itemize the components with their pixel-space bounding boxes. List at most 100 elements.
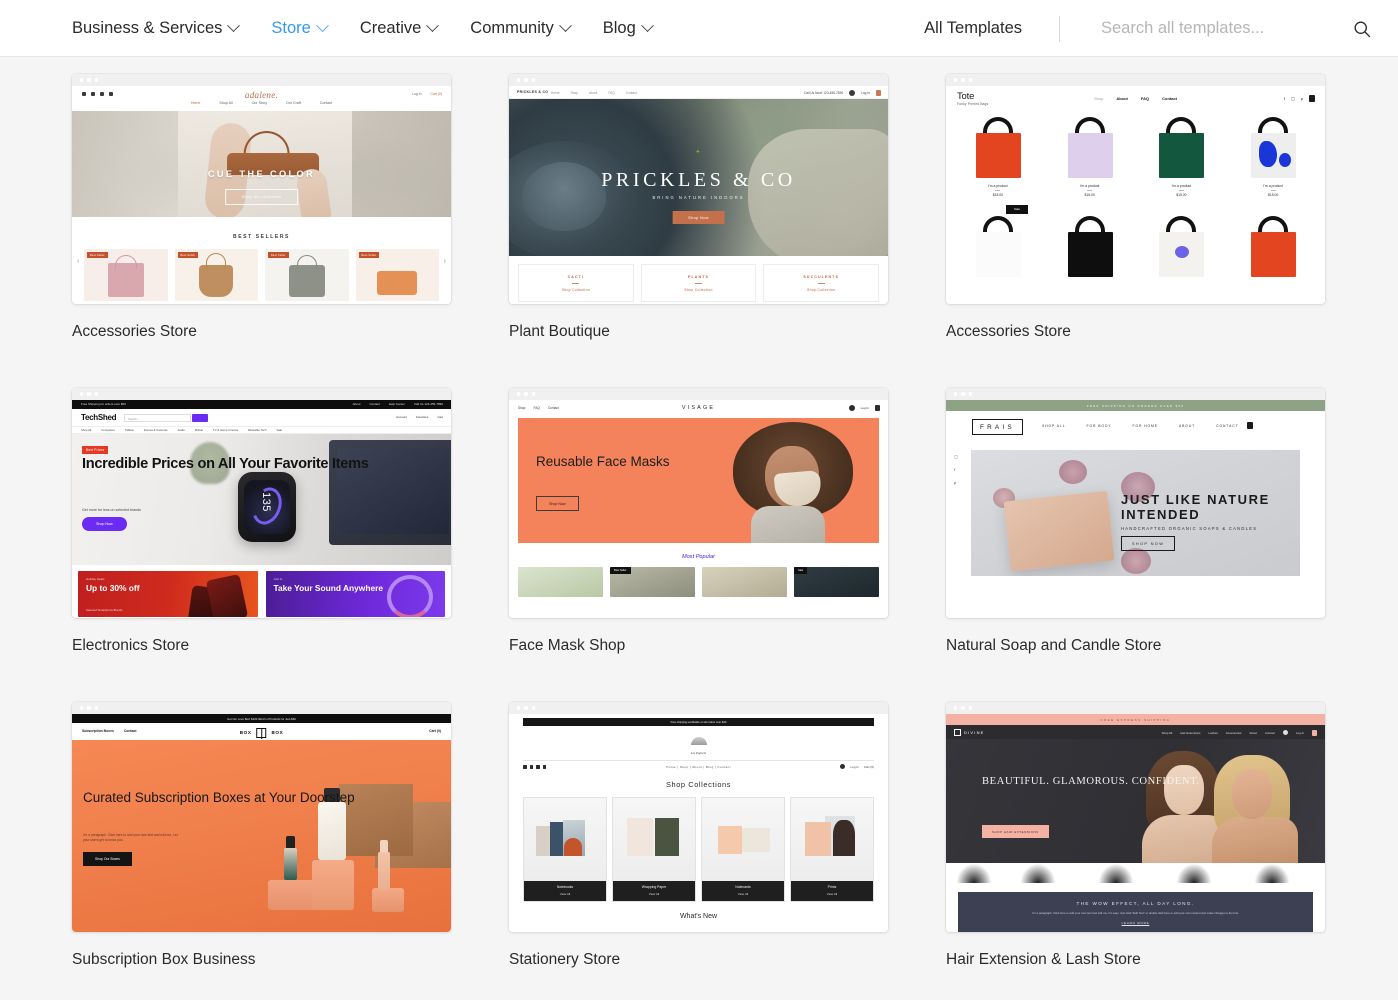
template-preview[interactable]: Tote Funky Printed Bags Shop About FAQ C… xyxy=(946,74,1325,304)
template-title: Accessories Store xyxy=(946,323,1071,340)
browser-chrome xyxy=(946,702,1325,714)
pedestal xyxy=(372,888,404,912)
top-link: Call Us 123-456-7890 xyxy=(413,402,443,407)
template-preview[interactable]: FREE EXPRESS SHIPPING DIVINE Shop All Ha… xyxy=(946,702,1325,932)
gravel-path xyxy=(748,129,888,256)
sale-badge: Sale xyxy=(1006,204,1029,214)
search-input[interactable] xyxy=(1101,19,1353,38)
template-preview[interactable]: Shop FAQ Contact VISAGE Log In Reusable … xyxy=(509,388,888,618)
mini-site-header: TechShed Search... Account Favorites Car… xyxy=(72,409,451,426)
category-tile: PLANTS Shop Collection xyxy=(641,265,756,301)
template-preview[interactable]: adalene. Log In Cart (0) Home Shop All O… xyxy=(72,74,451,304)
chrome-dot xyxy=(80,392,84,396)
social-icons xyxy=(523,765,547,769)
avatar-icon xyxy=(840,764,846,769)
phone-image xyxy=(205,573,248,617)
mini-site-body: Free shipping worldwide on all orders ov… xyxy=(509,714,888,920)
bag-body xyxy=(1159,133,1205,178)
template-title: Face Mask Shop xyxy=(509,637,626,654)
search-icon[interactable] xyxy=(1353,20,1371,38)
chrome-dot xyxy=(524,392,528,396)
template-title: Hair Extension & Lash Store xyxy=(946,951,1141,968)
account-area: Call Us Now! 123-456-7890 Log In xyxy=(804,90,881,96)
nav-label: Business & Services xyxy=(72,18,223,37)
nav-item-blog[interactable]: Blog xyxy=(603,19,685,38)
all-templates-link[interactable]: All Templates xyxy=(924,19,1059,38)
template-preview[interactable]: Free Shipping for orders over $50 About … xyxy=(72,388,451,618)
template-card[interactable]: Tote Funky Printed Bags Shop About FAQ C… xyxy=(946,74,1325,388)
browser-chrome xyxy=(72,388,451,400)
mini-nav: Home Shop About FAQ Contact xyxy=(551,91,637,95)
mini-site-header: PRICKLES & CO Home Shop About FAQ Contac… xyxy=(509,86,888,99)
category-link: Shop Collection xyxy=(684,287,713,292)
model-body xyxy=(1212,817,1298,863)
serum-bottle xyxy=(284,848,297,880)
template-card[interactable]: Get Our Love Box! $100 Worth of Products… xyxy=(72,702,451,1000)
product-cell xyxy=(1136,216,1228,278)
headphones-image xyxy=(387,575,433,617)
nav-item-creative[interactable]: Creative xyxy=(360,19,470,38)
template-preview[interactable]: Free shipping worldwide on all orders ov… xyxy=(509,702,888,932)
chrome-dot xyxy=(531,78,536,82)
mini-nav-item: SHOP ALL xyxy=(1042,424,1066,428)
template-preview[interactable]: Get Our Love Box! $100 Worth of Products… xyxy=(72,702,451,932)
nav-item-business-services[interactable]: Business & Services xyxy=(72,19,271,38)
mini-nav-item: Shop xyxy=(1093,96,1104,101)
top-link: Help Center xyxy=(388,402,405,407)
collection-caption: Notecards View All xyxy=(702,881,784,901)
hero-button: Shop Now xyxy=(82,517,127,531)
template-grid: adalene. Log In Cart (0) Home Shop All O… xyxy=(0,57,1398,1000)
announcement-bar: FREE EXPRESS SHIPPING xyxy=(946,714,1325,725)
chrome-dot xyxy=(961,392,965,396)
cart-icon xyxy=(876,90,881,96)
social-icons: f ▢ p xyxy=(1284,95,1315,102)
collection-card: Wrapping Paper View All xyxy=(612,797,696,902)
template-preview[interactable]: PRICKLES & CO Home Shop About FAQ Contac… xyxy=(509,74,888,304)
carousel-prev-icon[interactable]: ‹ xyxy=(77,258,79,265)
mini-site-header: FRAIS SHOP ALL FOR BODY FOR HOME ABOUT C… xyxy=(946,411,1325,440)
mini-nav-item: ABOUT xyxy=(1178,424,1196,428)
account-link: Account xyxy=(396,415,407,419)
template-card[interactable]: PRICKLES & CO Home Shop About FAQ Contac… xyxy=(509,74,888,388)
template-card[interactable]: FREE SHIPPING ON ORDERS OVER $50 FRAIS S… xyxy=(946,388,1325,702)
template-card[interactable]: adalene. Log In Cart (0) Home Shop All O… xyxy=(72,74,451,388)
template-card[interactable]: FREE EXPRESS SHIPPING DIVINE Shop All Ha… xyxy=(946,702,1325,1000)
site-screenshot: FREE EXPRESS SHIPPING DIVINE Shop All Ha… xyxy=(946,714,1325,932)
nav-item-store[interactable]: Store xyxy=(271,19,359,38)
brand-logo: FRAIS xyxy=(972,419,1023,435)
collection-caption: Notebooks View All xyxy=(524,881,606,901)
mini-search-button xyxy=(192,414,208,422)
category-link: Tablets xyxy=(124,428,134,432)
brand-logo: adalene. xyxy=(244,90,279,100)
mini-nav-item: Contact xyxy=(319,101,333,105)
phone-text: Call Us Now! 123-456-7890 xyxy=(803,91,844,95)
category-link: Wearable Tech xyxy=(247,428,267,432)
template-title: Electronics Store xyxy=(72,637,190,654)
brand-logo: Tote xyxy=(957,91,975,102)
chrome-dot xyxy=(524,706,528,710)
collection-card: Notecards View All xyxy=(701,797,785,902)
facebook-icon: f xyxy=(954,467,956,472)
browser-chrome xyxy=(946,388,1325,400)
pedestal xyxy=(268,880,316,910)
carousel-next-icon[interactable]: › xyxy=(444,258,446,265)
chrome-dot xyxy=(80,706,84,710)
divider xyxy=(817,282,825,284)
template-card[interactable]: Shop FAQ Contact VISAGE Log In Reusable … xyxy=(509,388,888,702)
template-card[interactable]: Free Shipping for orders over $50 About … xyxy=(72,388,451,702)
promo-sub: Selected Smartphone Brands xyxy=(86,608,123,612)
template-title: Plant Boutique xyxy=(509,323,610,340)
site-screenshot: PRICKLES & CO Home Shop About FAQ Contac… xyxy=(509,86,888,304)
category-nav: Shop All Computers Tablets Drones & Came… xyxy=(72,426,451,434)
template-preview[interactable]: FREE SHIPPING ON ORDERS OVER $50 FRAIS S… xyxy=(946,388,1325,618)
mini-nav-item: Lashes xyxy=(1208,730,1218,735)
login-link: Log In xyxy=(860,406,869,410)
account-area: Log In Cart (0) xyxy=(412,92,442,96)
template-card[interactable]: Free shipping worldwide on all orders ov… xyxy=(509,702,888,1000)
chrome-dot xyxy=(94,706,99,710)
site-screenshot: Get Our Love Box! $100 Worth of Products… xyxy=(72,714,451,932)
nav-item-community[interactable]: Community xyxy=(470,19,602,38)
logo-mark-icon xyxy=(690,737,707,745)
chrome-dot xyxy=(968,78,973,82)
chrome-dot xyxy=(80,78,84,82)
